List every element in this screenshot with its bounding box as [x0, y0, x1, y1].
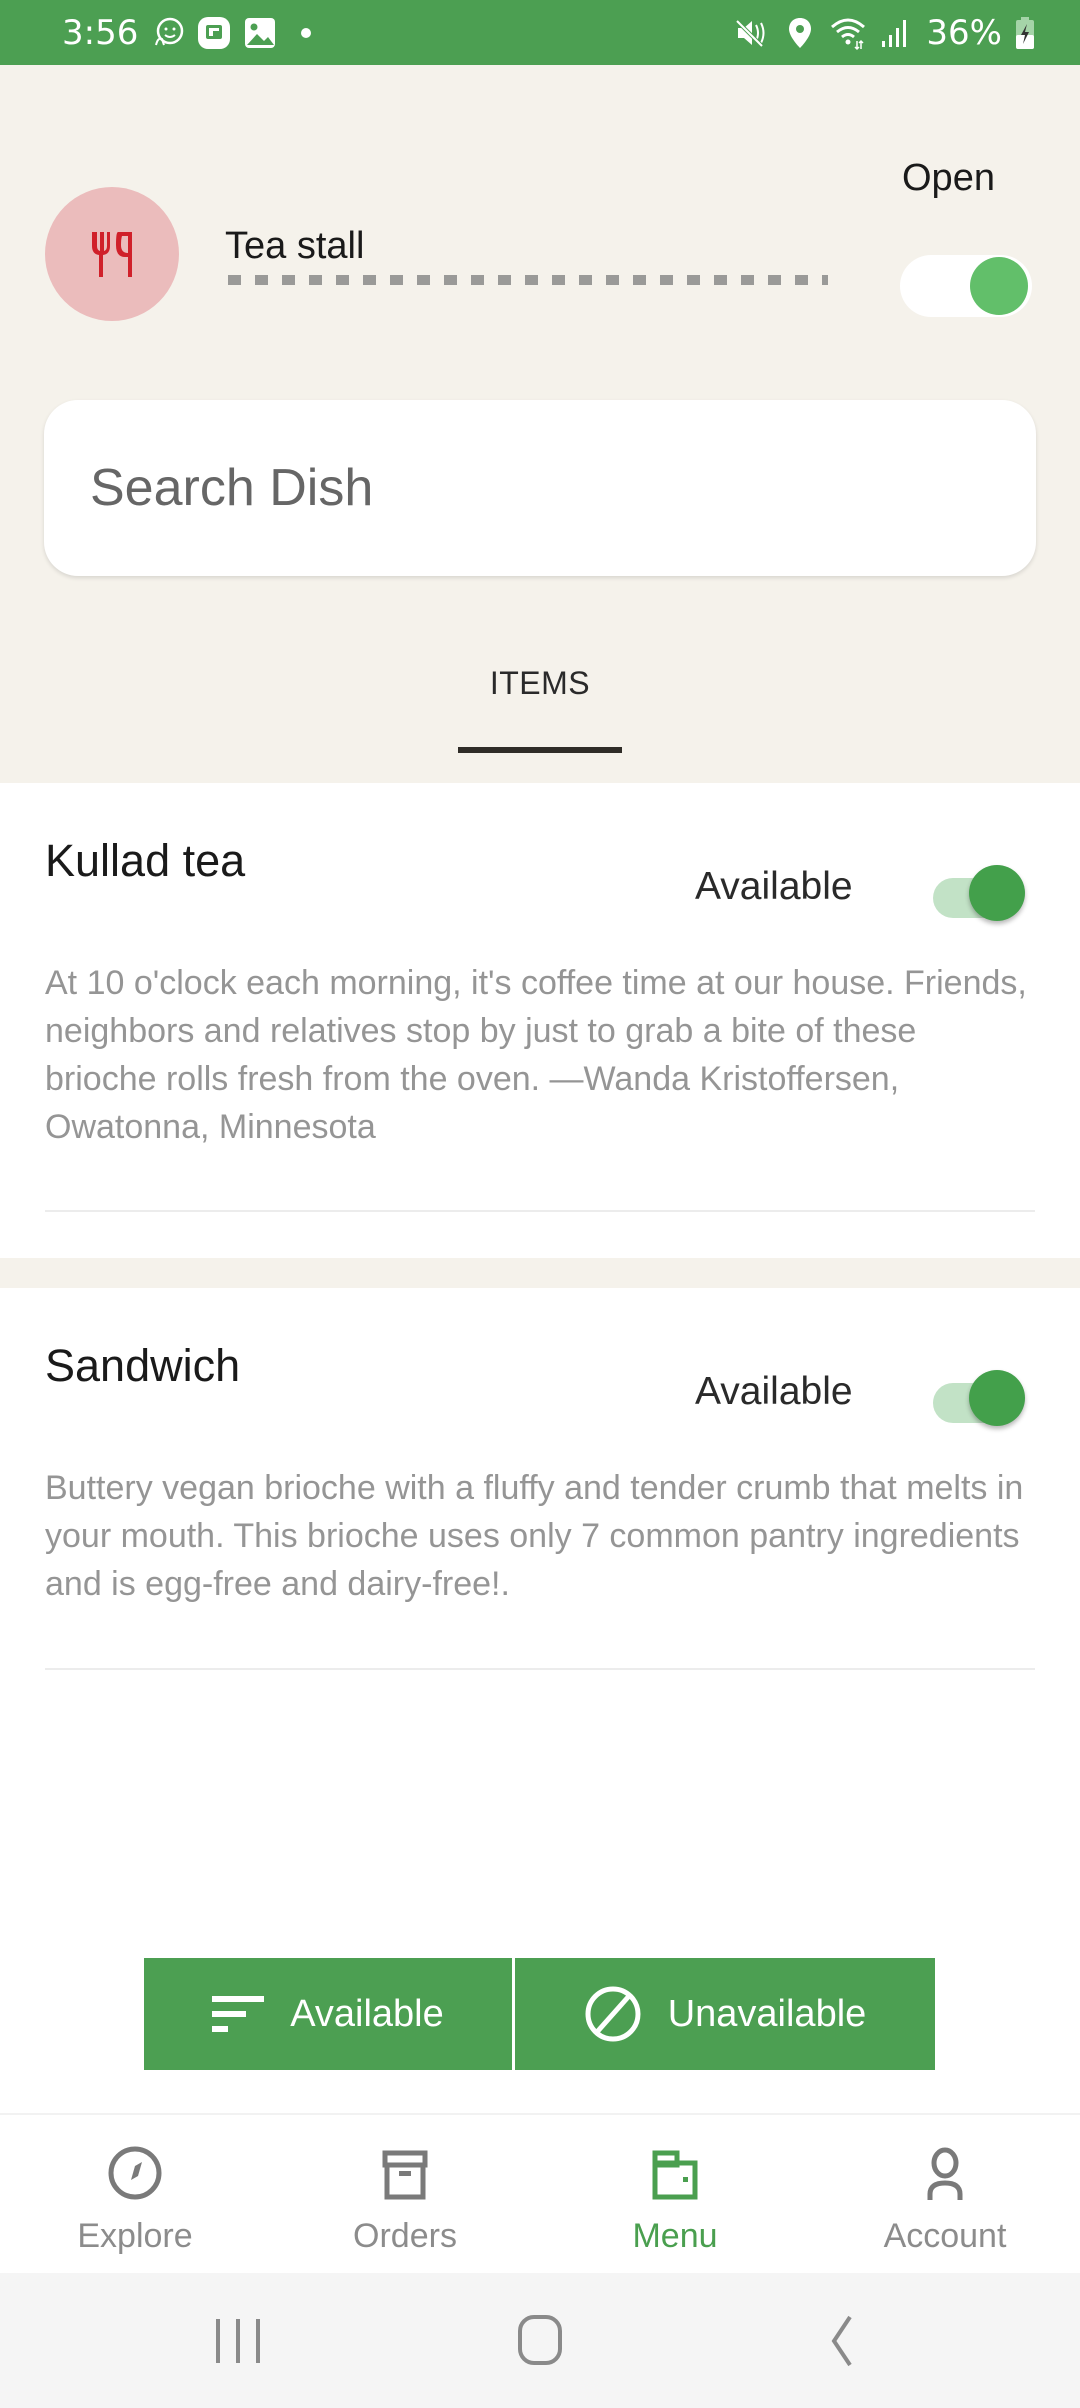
- open-toggle[interactable]: [900, 255, 1032, 317]
- mute-icon: [736, 19, 765, 47]
- bottom-navigation: Explore Orders Menu Account: [0, 2113, 1080, 2273]
- item-availability-toggle[interactable]: [933, 865, 1025, 925]
- nav-account-label: Account: [883, 2217, 1007, 2255]
- home-icon[interactable]: [510, 2313, 570, 2369]
- item-divider: [45, 1210, 1035, 1212]
- store-name: Tea stall: [225, 225, 365, 267]
- store-header: Tea stall Open ITEMS: [0, 65, 1080, 783]
- archive-box-icon: [382, 2150, 428, 2200]
- search-box[interactable]: [44, 400, 1036, 576]
- item-title: Kullad tea: [45, 835, 246, 886]
- open-status-label: Open: [902, 157, 995, 199]
- nav-orders-label: Orders: [353, 2217, 457, 2255]
- wifi-icon: [831, 18, 866, 50]
- back-icon[interactable]: [812, 2313, 872, 2369]
- status-right-icons: 36%: [734, 0, 1036, 65]
- status-time: 3:56: [62, 12, 139, 53]
- toggle-knob: [969, 1370, 1025, 1426]
- item-divider: [45, 1668, 1035, 1670]
- flipboard-icon: [198, 16, 231, 49]
- face-gesture-icon: [155, 17, 184, 45]
- fork-knife-icon: [92, 232, 132, 277]
- battery-percent: 36%: [926, 12, 1002, 53]
- item-availability-label: Available: [695, 1370, 853, 1413]
- status-left-icons: [150, 15, 324, 51]
- tab-active-indicator: [458, 747, 622, 753]
- signal-icon: [882, 19, 907, 47]
- filter-list-icon: [212, 1996, 265, 2032]
- item-availability-toggle[interactable]: [933, 1370, 1025, 1430]
- wallet-icon: [652, 2150, 698, 2200]
- recent-apps-icon[interactable]: [208, 2313, 268, 2369]
- location-icon: [789, 17, 812, 48]
- menu-item-list: Kullad tea Available At 10 o'clock each …: [0, 783, 1080, 1698]
- menu-item-card[interactable]: Kullad tea Available At 10 o'clock each …: [0, 783, 1080, 1258]
- dot-icon: [301, 27, 312, 38]
- tab-items-label: ITEMS: [489, 665, 591, 701]
- battery-charging-icon: [1016, 16, 1034, 49]
- store-name-dotted-underline: [228, 275, 828, 285]
- toggle-knob: [970, 257, 1028, 315]
- item-availability-label: Available: [695, 865, 853, 908]
- item-description: At 10 o'clock each morning, it's coffee …: [45, 964, 1027, 1146]
- nav-explore[interactable]: Explore: [0, 2115, 270, 2273]
- nav-menu-label: Menu: [632, 2217, 718, 2255]
- item-title: Sandwich: [45, 1340, 241, 1391]
- status-bar: 3:56 36%: [0, 0, 1080, 65]
- filter-unavailable-button[interactable]: Unavailable: [515, 1958, 935, 2070]
- toggle-knob: [969, 865, 1025, 921]
- menu-item-card[interactable]: Sandwich Available Buttery vegan brioche…: [0, 1288, 1080, 1698]
- person-icon: [927, 2147, 963, 2200]
- filter-available-label: Available: [290, 1992, 444, 2035]
- search-dish-input[interactable]: [90, 458, 1036, 518]
- nav-menu[interactable]: Menu: [540, 2115, 810, 2273]
- nav-explore-label: Explore: [77, 2217, 193, 2255]
- availability-filter-bar: Available Unavailable: [144, 1958, 935, 2070]
- nav-account[interactable]: Account: [810, 2115, 1080, 2273]
- filter-available-button[interactable]: Available: [144, 1958, 512, 2070]
- filter-unavailable-label: Unavailable: [667, 1992, 867, 2035]
- block-icon: [585, 1986, 641, 2042]
- compass-icon: [108, 2146, 162, 2200]
- store-avatar: [45, 187, 179, 321]
- list-separator: [0, 1258, 1080, 1288]
- item-description: Buttery vegan brioche with a fluffy and …: [45, 1469, 1024, 1603]
- gallery-icon: [245, 17, 276, 48]
- tab-items[interactable]: ITEMS: [458, 665, 622, 755]
- system-navigation-bar: [0, 2273, 1080, 2408]
- nav-orders[interactable]: Orders: [270, 2115, 540, 2273]
